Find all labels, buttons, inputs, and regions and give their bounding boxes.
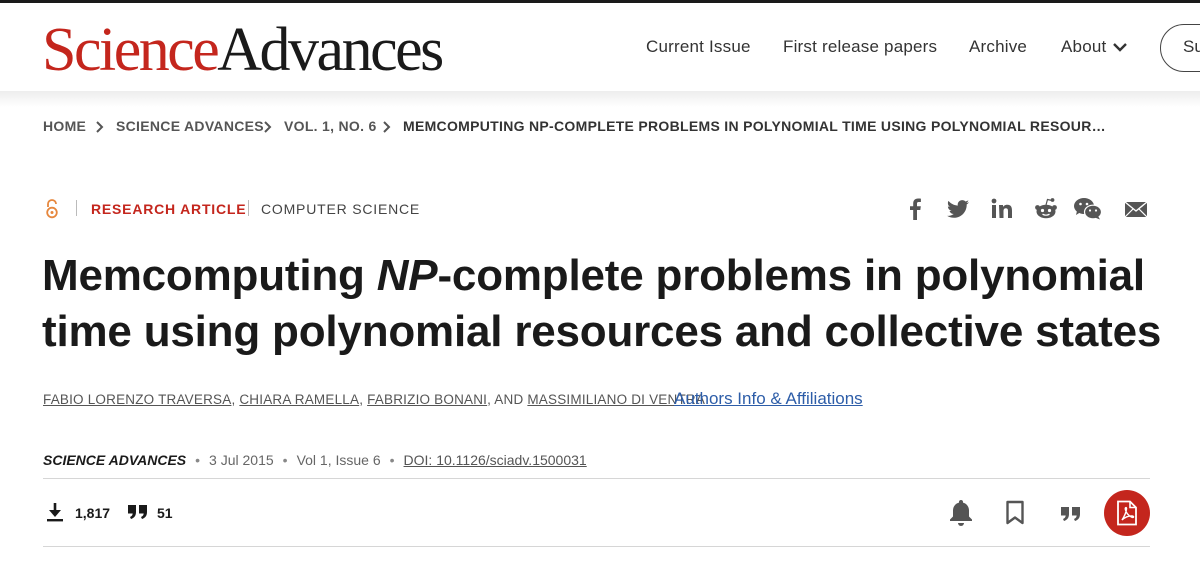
reddit-icon[interactable] bbox=[1033, 196, 1059, 222]
breadcrumb-article: MEMCOMPUTING NP-COMPLETE PROBLEMS IN POL… bbox=[403, 118, 1110, 134]
download-icon bbox=[47, 503, 63, 522]
wechat-icon[interactable] bbox=[1073, 196, 1103, 222]
citation-icon bbox=[128, 505, 147, 519]
download-count: 1,817 bbox=[75, 505, 111, 521]
author-link[interactable]: FABIO LORENZO TRAVERSA bbox=[43, 392, 231, 407]
facebook-icon[interactable] bbox=[902, 196, 928, 222]
chevron-down-icon[interactable] bbox=[1112, 41, 1128, 53]
doi-link[interactable]: DOI: 10.1126/sciadv.1500031 bbox=[404, 452, 587, 468]
chevron-right-icon bbox=[264, 121, 272, 133]
journal-name[interactable]: SCIENCE ADVANCES bbox=[43, 452, 186, 468]
pdf-icon bbox=[1117, 500, 1137, 526]
chevron-right-icon bbox=[383, 121, 391, 133]
twitter-icon[interactable] bbox=[945, 196, 971, 222]
citation-count: 51 bbox=[157, 505, 173, 521]
breadcrumb-volume[interactable]: VOL. 1, NO. 6 bbox=[284, 118, 377, 134]
linkedin-icon[interactable] bbox=[989, 196, 1015, 222]
article-subject[interactable]: COMPUTER SCIENCE bbox=[261, 201, 420, 217]
divider bbox=[43, 546, 1150, 547]
nav-first-release-papers[interactable]: First release papers bbox=[783, 37, 937, 57]
article-type[interactable]: RESEARCH ARTICLE bbox=[91, 201, 246, 217]
header-shadow bbox=[0, 91, 1200, 107]
publication-date: 3 Jul 2015 bbox=[209, 452, 274, 468]
divider bbox=[43, 478, 1150, 479]
open-access-icon bbox=[46, 199, 58, 219]
bookmark-icon[interactable] bbox=[1005, 500, 1025, 525]
site-header: ScienceAdvances Current Issue First rele… bbox=[0, 3, 1200, 91]
pdf-button[interactable] bbox=[1104, 490, 1150, 536]
breadcrumb-home[interactable]: HOME bbox=[43, 118, 86, 134]
breadcrumb-science-advances[interactable]: SCIENCE ADVANCES bbox=[116, 118, 264, 134]
divider bbox=[248, 200, 249, 216]
author-link[interactable]: FABRIZIO BONANI bbox=[367, 392, 487, 407]
article-title: Memcomputing NP-complete problems in pol… bbox=[42, 251, 1162, 356]
volume-issue[interactable]: Vol 1, Issue 6 bbox=[297, 452, 381, 468]
author-link[interactable]: CHIARA RAMELLA bbox=[239, 392, 359, 407]
nav-about[interactable]: About bbox=[1061, 37, 1106, 57]
quote-icon[interactable] bbox=[1060, 505, 1082, 523]
authors-affiliations-link[interactable]: Authors Info & Affiliations bbox=[674, 389, 863, 409]
nav-current-issue[interactable]: Current Issue bbox=[646, 37, 751, 57]
author-list: FABIO LORENZO TRAVERSA, CHIARA RAMELLA, … bbox=[43, 392, 706, 407]
nav-archive[interactable]: Archive bbox=[969, 37, 1027, 57]
subscribe-button[interactable]: Su bbox=[1160, 24, 1200, 72]
science-advances-logo[interactable]: ScienceAdvances bbox=[42, 15, 444, 85]
chevron-right-icon bbox=[96, 121, 104, 133]
divider bbox=[76, 200, 77, 216]
bell-icon[interactable] bbox=[948, 498, 974, 526]
publication-info: SCIENCE ADVANCES • 3 Jul 2015 • Vol 1, Issue… bbox=[43, 452, 587, 468]
email-icon[interactable] bbox=[1123, 196, 1149, 222]
